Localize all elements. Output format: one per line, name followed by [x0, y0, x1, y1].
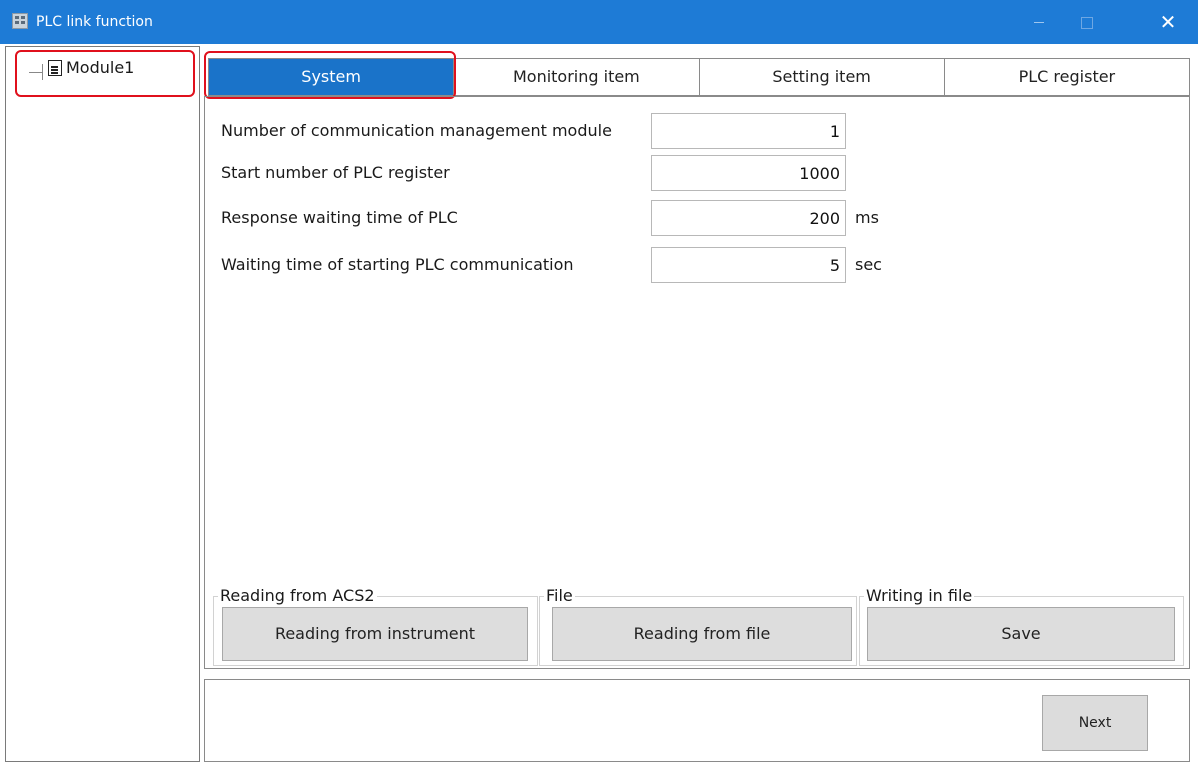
save-button[interactable]: Save: [867, 607, 1175, 661]
group-reading-from-acs2: Reading from ACS2 Reading from instrumen…: [213, 586, 538, 666]
form-row: Response waiting time of PLC ms: [221, 200, 921, 236]
unit-label: sec: [855, 255, 882, 274]
close-button[interactable]: ✕: [1145, 0, 1191, 44]
module-count-field[interactable]: [651, 113, 846, 149]
app-icon: [12, 13, 28, 29]
response-wait-field[interactable]: [651, 200, 846, 236]
highlight-frame-module: [15, 50, 195, 97]
field-label: Start number of PLC register: [221, 163, 450, 182]
tab-plc-register[interactable]: PLC register: [943, 59, 1189, 95]
highlight-frame-tab: [204, 51, 456, 99]
group-legend: Reading from ACS2: [218, 586, 377, 606]
field-label: Waiting time of starting PLC communicati…: [221, 255, 574, 274]
reading-from-file-button[interactable]: Reading from file: [552, 607, 852, 661]
group-legend: File: [544, 586, 575, 606]
maximize-button[interactable]: [1063, 0, 1109, 44]
field-label: Number of communication management modul…: [221, 121, 612, 140]
footer-panel: Next: [204, 679, 1190, 762]
system-panel: Number of communication management modul…: [204, 96, 1190, 669]
field-label: Response waiting time of PLC: [221, 208, 458, 227]
form-row: Waiting time of starting PLC communicati…: [221, 247, 921, 283]
group-legend: Writing in file: [864, 586, 975, 606]
minimize-button[interactable]: [1016, 0, 1062, 44]
unit-label: ms: [855, 208, 879, 227]
window-title: PLC link function: [36, 14, 153, 30]
tab-monitoring-item[interactable]: Monitoring item: [453, 59, 698, 95]
module-tree: Module1: [5, 46, 200, 762]
title-bar: PLC link function ✕: [0, 0, 1198, 44]
start-register-field[interactable]: [651, 155, 846, 191]
group-file: File Reading from file: [539, 586, 857, 666]
start-wait-field[interactable]: [651, 247, 846, 283]
tab-setting-item[interactable]: Setting item: [698, 59, 944, 95]
group-writing-in-file: Writing in file Save: [859, 586, 1184, 666]
form-row: Start number of PLC register: [221, 155, 921, 191]
next-button[interactable]: Next: [1042, 695, 1148, 751]
reading-from-instrument-button[interactable]: Reading from instrument: [222, 607, 528, 661]
form-row: Number of communication management modul…: [221, 113, 921, 149]
